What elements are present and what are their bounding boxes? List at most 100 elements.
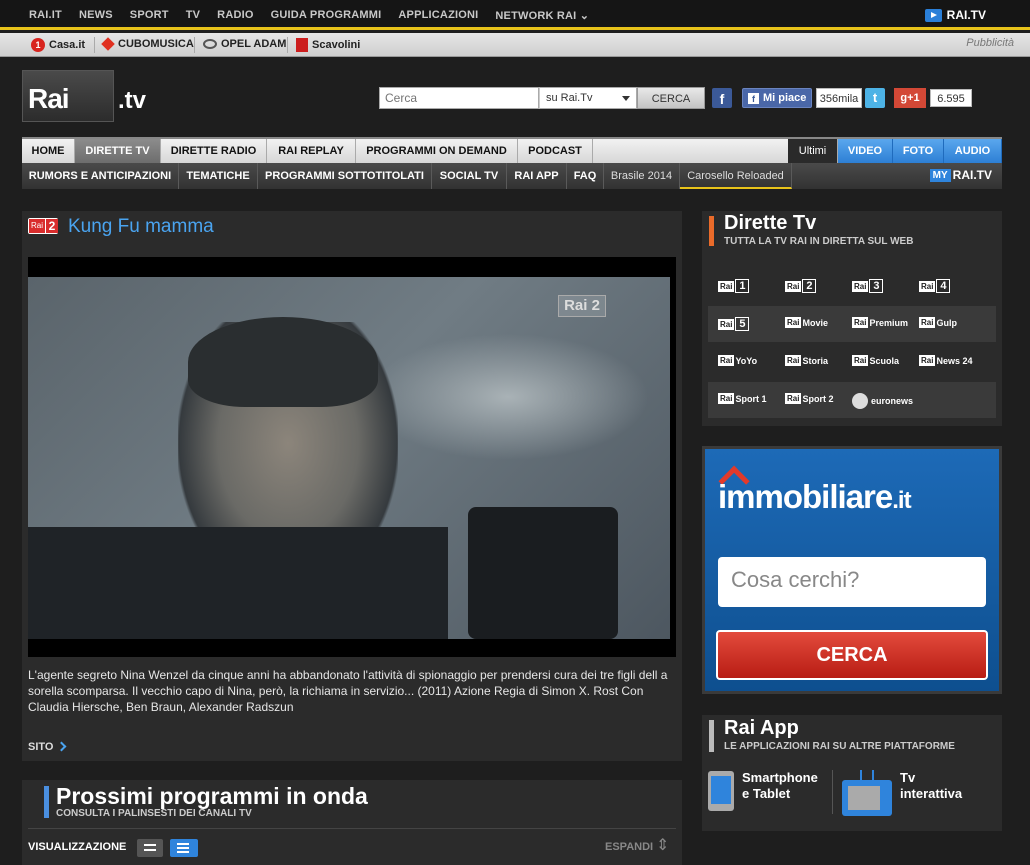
channel-label: News 24 (936, 355, 973, 366)
channel-6[interactable]: Rai Movie (785, 317, 828, 328)
nav-home[interactable]: HOME (22, 139, 75, 163)
channel-badge-text: Rai (29, 219, 46, 233)
twitter-icon[interactable]: t (865, 88, 885, 108)
channel-12[interactable]: Rai News 24 (919, 355, 972, 366)
tv-icon[interactable] (842, 770, 892, 816)
channel-13[interactable]: Rai Sport 1 (718, 393, 766, 404)
video-scene-coat (28, 527, 448, 639)
channel-11[interactable]: Rai Scuola (852, 355, 899, 366)
top-nav-raiit[interactable]: RAI.IT (29, 9, 62, 22)
visualizzazione-label: VISUALIZZAZIONE (28, 841, 127, 853)
sponsor-casa[interactable]: 1 Casa.it (31, 38, 85, 52)
grid-icon-line (144, 844, 156, 846)
nav-rai-replay[interactable]: RAI REPLAY (267, 139, 356, 163)
top-nav-sport[interactable]: SPORT (130, 9, 169, 22)
sponsor-cubomusica-label: CUBOMUSICA (118, 38, 194, 50)
channel-1[interactable]: Rai 1 (718, 279, 750, 293)
subnav-social-tv[interactable]: SOCIAL TV (432, 163, 507, 189)
rai-logo[interactable]: Rai (22, 70, 114, 122)
subnav-carosello[interactable]: Carosello Reloaded (680, 163, 792, 189)
nav-podcast[interactable]: PODCAST (518, 139, 593, 163)
rai-app-subtitle: LE APPLICAZIONI RAI SU ALTRE PIATTAFORME (724, 741, 955, 752)
channel-10[interactable]: Rai Storia (785, 355, 828, 366)
search-scope-select[interactable]: su Rai.Tv (539, 87, 637, 109)
subnav-faq[interactable]: FAQ (567, 163, 604, 189)
nav-video[interactable]: VIDEO (838, 139, 893, 163)
video-frame[interactable]: Rai 2 (28, 277, 670, 639)
program-title[interactable]: Kung Fu mamma (68, 216, 214, 238)
interattiva-label: interattiva (900, 786, 963, 801)
dirette-tv-title: Dirette Tv (724, 212, 817, 234)
top-nav-tv[interactable]: TV (186, 9, 200, 22)
sponsor-scavolini[interactable]: Scavolini (296, 38, 360, 52)
rai2-watermark: Rai 2 (558, 295, 606, 317)
smartphone-tablet-link[interactable]: Smartphone e Tablet (742, 770, 818, 802)
ad-search-button[interactable]: CERCA (716, 630, 988, 680)
nav-foto[interactable]: FOTO (893, 139, 944, 163)
top-nav-applicazioni[interactable]: APPLICAZIONI (398, 9, 478, 22)
channel-7[interactable]: Rai Premium (852, 317, 908, 328)
search-button[interactable]: CERCA (637, 87, 705, 109)
subnav-brasile-2014[interactable]: Brasile 2014 (604, 163, 680, 189)
facebook-like-label: Mi piace (763, 92, 807, 104)
nav-audio[interactable]: AUDIO (944, 139, 1002, 163)
raitv-brand-link[interactable]: RAI.TV (924, 8, 986, 22)
channel-15[interactable]: euronews (852, 393, 913, 409)
facebook-icon[interactable]: f (712, 88, 732, 108)
rai-logo-text: Rai (28, 83, 70, 114)
casa-logo-icon: 1 (31, 38, 45, 52)
channel-label: Gulp (936, 317, 957, 328)
top-nav-radio[interactable]: RADIO (217, 9, 253, 22)
opel-logo-icon (203, 39, 217, 49)
subnav-rumors[interactable]: RUMORS E ANTICIPAZIONI (22, 163, 179, 189)
channel-label: Premium (869, 317, 908, 328)
channel-label: 3 (869, 279, 884, 293)
facebook-like-button[interactable]: f Mi piace (742, 88, 812, 108)
nav-programmi-on-demand[interactable]: PROGRAMMI ON DEMAND (356, 139, 518, 163)
channel-5[interactable]: Rai 5 (718, 317, 750, 331)
channel-brand: Rai (718, 280, 735, 292)
top-nav-network[interactable]: NETWORK RAI ⌄ (495, 9, 589, 22)
ad-search-input[interactable]: Cosa cerchi? (718, 557, 986, 607)
divider (832, 770, 833, 814)
espandi-button[interactable]: ESPANDI (605, 841, 653, 853)
channel-14[interactable]: Rai Sport 2 (785, 393, 833, 404)
channel-label: Scuola (869, 355, 899, 366)
expand-icon[interactable]: ⇕ (656, 838, 672, 856)
google-plus-button[interactable]: g+1 (894, 88, 926, 108)
subnav-tematiche[interactable]: TEMATICHE (179, 163, 258, 189)
channel-2[interactable]: Rai 2 (785, 279, 817, 293)
list-view-button[interactable] (170, 839, 198, 857)
subnav-sottotitolati[interactable]: PROGRAMMI SOTTOTITOLATI (258, 163, 432, 189)
top-nav-news[interactable]: NEWS (79, 9, 113, 22)
channel-3[interactable]: Rai 3 (852, 279, 884, 293)
grid-view-button[interactable] (137, 839, 163, 857)
channel-label: Sport 2 (802, 393, 834, 404)
sponsor-cubomusica[interactable]: CUBOMUSICA (101, 37, 194, 51)
channel-label: YoYo (735, 355, 758, 366)
nav-dirette-radio[interactable]: DIRETTE RADIO (161, 139, 267, 163)
divider (94, 37, 95, 53)
channel-label: Sport 1 (735, 393, 767, 404)
subnav-rai-app[interactable]: RAI APP (507, 163, 567, 189)
search-input[interactable] (379, 87, 539, 109)
facebook-like-count: 356mila (816, 88, 862, 108)
sponsor-opel[interactable]: OPEL ADAM (203, 38, 286, 50)
top-nav-guida[interactable]: GUIDA PROGRAMMI (271, 9, 382, 22)
smartphone-icon[interactable] (708, 771, 734, 811)
channel-brand: Rai (718, 393, 735, 404)
cube-icon (101, 37, 115, 51)
sito-link[interactable]: SITO (28, 741, 65, 753)
channel-brand: Rai (785, 393, 802, 404)
channel-8[interactable]: Rai Gulp (919, 317, 957, 328)
channel-brand: Rai (919, 280, 936, 292)
divider (194, 37, 195, 53)
my-raitv-link[interactable]: MY RAI.TV (929, 168, 992, 182)
channel-4[interactable]: Rai 4 (919, 279, 951, 293)
channel-9[interactable]: Rai YoYo (718, 355, 757, 366)
my-raitv-label: RAI.TV (952, 168, 992, 182)
nav-dirette-tv[interactable]: DIRETTE TV (75, 139, 161, 163)
channel-brand: Rai (919, 355, 936, 366)
channel-label: Storia (802, 355, 828, 366)
tv-interattiva-link[interactable]: Tv interattiva (900, 770, 962, 802)
